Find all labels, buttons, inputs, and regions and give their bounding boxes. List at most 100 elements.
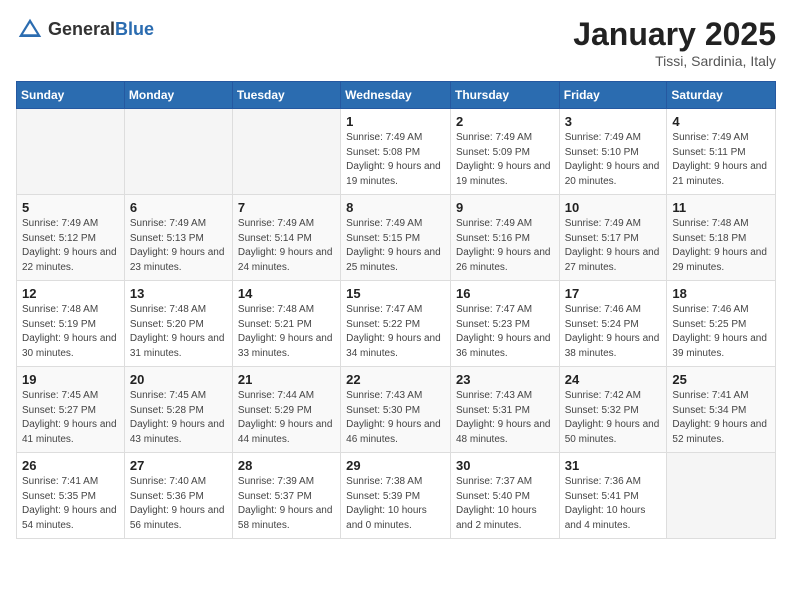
day-number: 11: [672, 200, 770, 215]
day-info: Sunrise: 7:49 AMSunset: 5:10 PMDaylight:…: [565, 131, 662, 189]
day-cell: 19Sunrise: 7:45 AMSunset: 5:27 PMDayligh…: [17, 367, 125, 453]
day-info: Sunrise: 7:36 AMSunset: 5:41 PMDaylight:…: [565, 475, 662, 533]
day-number: 14: [238, 286, 335, 301]
day-cell: 10 Sunrise: 7:49 AMSunset: 5:17 PMDayligh…: [559, 195, 667, 281]
weekday-header-saturday: Saturday: [667, 82, 776, 109]
day-cell: 31 Sunrise: 7:36 AMSunset: 5:41 PMDayligh…: [559, 453, 667, 539]
day-cell: 12 Sunrise: 7:48 AMSunset: 5:19 PMDayligh…: [17, 281, 125, 367]
day-cell: 16 Sunrise: 7:47 AMSunset: 5:23 PMDayligh…: [450, 281, 559, 367]
weekday-header-monday: Monday: [124, 82, 232, 109]
day-number: 5: [22, 200, 119, 215]
day-info: Sunrise: 7:40 AMSunset: 5:36 PMDaylight:…: [130, 475, 227, 533]
day-info: Sunrise: 7:41 AMSunset: 5:34 PMDaylight:…: [672, 389, 770, 447]
day-number: 10: [565, 200, 662, 215]
day-info: Sunrise: 7:47 AMSunset: 5:22 PMDaylight:…: [346, 303, 445, 361]
day-info: Sunrise: 7:49 AMSunset: 5:17 PMDaylight:…: [565, 217, 662, 275]
day-number: 9: [456, 200, 554, 215]
page-header: GeneralBlue January 2025 Tissi, Sardinia…: [16, 16, 776, 69]
month-title: January 2025: [573, 16, 776, 53]
day-info: Sunrise: 7:48 AMSunset: 5:21 PMDaylight:…: [238, 303, 335, 361]
day-info: Sunrise: 7:48 AMSunset: 5:18 PMDaylight:…: [672, 217, 770, 275]
day-cell: 25Sunrise: 7:41 AMSunset: 5:34 PMDayligh…: [667, 367, 776, 453]
day-number: 12: [22, 286, 119, 301]
day-info: Sunrise: 7:37 AMSunset: 5:40 PMDaylight:…: [456, 475, 554, 533]
day-number: 4: [672, 114, 770, 129]
day-number: 6: [130, 200, 227, 215]
day-info: Sunrise: 7:46 AMSunset: 5:24 PMDaylight:…: [565, 303, 662, 361]
weekday-header-friday: Friday: [559, 82, 667, 109]
title-block: January 2025 Tissi, Sardinia, Italy: [573, 16, 776, 69]
day-cell: 24Sunrise: 7:42 AMSunset: 5:32 PMDayligh…: [559, 367, 667, 453]
weekday-header-wednesday: Wednesday: [341, 82, 451, 109]
day-cell: [667, 453, 776, 539]
day-number: 24: [565, 372, 662, 387]
day-info: Sunrise: 7:45 AMSunset: 5:27 PMDaylight:…: [22, 389, 119, 447]
day-cell: 28Sunrise: 7:39 AMSunset: 5:37 PMDayligh…: [232, 453, 340, 539]
day-info: Sunrise: 7:48 AMSunset: 5:19 PMDaylight:…: [22, 303, 119, 361]
week-row-2: 5 Sunrise: 7:49 AMSunset: 5:12 PMDaylight…: [17, 195, 776, 281]
day-info: Sunrise: 7:49 AMSunset: 5:14 PMDaylight:…: [238, 217, 335, 275]
day-cell: 1 Sunrise: 7:49 AMSunset: 5:08 PMDaylight…: [341, 109, 451, 195]
day-number: 22: [346, 372, 445, 387]
day-info: Sunrise: 7:41 AMSunset: 5:35 PMDaylight:…: [22, 475, 119, 533]
day-cell: 20Sunrise: 7:45 AMSunset: 5:28 PMDayligh…: [124, 367, 232, 453]
day-cell: 23Sunrise: 7:43 AMSunset: 5:31 PMDayligh…: [450, 367, 559, 453]
weekday-header-sunday: Sunday: [17, 82, 125, 109]
day-cell: 22 Sunrise: 7:43 AMSunset: 5:30 PMDayligh…: [341, 367, 451, 453]
day-cell: 21 Sunrise: 7:44 AMSunset: 5:29 PMDayligh…: [232, 367, 340, 453]
week-row-1: 1 Sunrise: 7:49 AMSunset: 5:08 PMDaylight…: [17, 109, 776, 195]
day-info: Sunrise: 7:49 AMSunset: 5:13 PMDaylight:…: [130, 217, 227, 275]
day-cell: 13Sunrise: 7:48 AMSunset: 5:20 PMDayligh…: [124, 281, 232, 367]
day-cell: 30 Sunrise: 7:37 AMSunset: 5:40 PMDayligh…: [450, 453, 559, 539]
day-number: 16: [456, 286, 554, 301]
day-number: 13: [130, 286, 227, 301]
logo-icon: [16, 16, 44, 44]
logo-general-text: GeneralBlue: [48, 20, 154, 40]
day-cell: 11 Sunrise: 7:48 AMSunset: 5:18 PMDayligh…: [667, 195, 776, 281]
day-info: Sunrise: 7:47 AMSunset: 5:23 PMDaylight:…: [456, 303, 554, 361]
day-cell: 3 Sunrise: 7:49 AMSunset: 5:10 PMDaylight…: [559, 109, 667, 195]
day-cell: 7 Sunrise: 7:49 AMSunset: 5:14 PMDaylight…: [232, 195, 340, 281]
day-cell: 6 Sunrise: 7:49 AMSunset: 5:13 PMDaylight…: [124, 195, 232, 281]
day-info: Sunrise: 7:49 AMSunset: 5:08 PMDaylight:…: [346, 131, 445, 189]
day-number: 1: [346, 114, 445, 129]
logo: GeneralBlue: [16, 16, 154, 44]
day-info: Sunrise: 7:39 AMSunset: 5:37 PMDaylight:…: [238, 475, 335, 533]
day-cell: 8Sunrise: 7:49 AMSunset: 5:15 PMDaylight…: [341, 195, 451, 281]
week-row-3: 12 Sunrise: 7:48 AMSunset: 5:19 PMDayligh…: [17, 281, 776, 367]
day-cell: 18Sunrise: 7:46 AMSunset: 5:25 PMDayligh…: [667, 281, 776, 367]
day-cell: 17 Sunrise: 7:46 AMSunset: 5:24 PMDayligh…: [559, 281, 667, 367]
day-info: Sunrise: 7:49 AMSunset: 5:11 PMDaylight:…: [672, 131, 770, 189]
day-cell: 29Sunrise: 7:38 AMSunset: 5:39 PMDayligh…: [341, 453, 451, 539]
weekday-header-thursday: Thursday: [450, 82, 559, 109]
day-cell: 2 Sunrise: 7:49 AMSunset: 5:09 PMDaylight…: [450, 109, 559, 195]
day-number: 21: [238, 372, 335, 387]
day-cell: 14 Sunrise: 7:48 AMSunset: 5:21 PMDayligh…: [232, 281, 340, 367]
day-cell: 27 Sunrise: 7:40 AMSunset: 5:36 PMDayligh…: [124, 453, 232, 539]
day-cell: 15Sunrise: 7:47 AMSunset: 5:22 PMDayligh…: [341, 281, 451, 367]
day-cell: 9Sunrise: 7:49 AMSunset: 5:16 PMDaylight…: [450, 195, 559, 281]
day-info: Sunrise: 7:49 AMSunset: 5:09 PMDaylight:…: [456, 131, 554, 189]
day-info: Sunrise: 7:46 AMSunset: 5:25 PMDaylight:…: [672, 303, 770, 361]
day-info: Sunrise: 7:43 AMSunset: 5:30 PMDaylight:…: [346, 389, 445, 447]
day-info: Sunrise: 7:44 AMSunset: 5:29 PMDaylight:…: [238, 389, 335, 447]
day-number: 17: [565, 286, 662, 301]
day-number: 2: [456, 114, 554, 129]
day-cell: [17, 109, 125, 195]
day-number: 7: [238, 200, 335, 215]
day-number: 26: [22, 458, 119, 473]
calendar-table: SundayMondayTuesdayWednesdayThursdayFrid…: [16, 81, 776, 539]
day-number: 30: [456, 458, 554, 473]
day-cell: 26 Sunrise: 7:41 AMSunset: 5:35 PMDayligh…: [17, 453, 125, 539]
day-info: Sunrise: 7:49 AMSunset: 5:15 PMDaylight:…: [346, 217, 445, 275]
day-number: 31: [565, 458, 662, 473]
day-info: Sunrise: 7:43 AMSunset: 5:31 PMDaylight:…: [456, 389, 554, 447]
day-number: 27: [130, 458, 227, 473]
day-cell: 5 Sunrise: 7:49 AMSunset: 5:12 PMDaylight…: [17, 195, 125, 281]
day-number: 29: [346, 458, 445, 473]
day-cell: 4 Sunrise: 7:49 AMSunset: 5:11 PMDaylight…: [667, 109, 776, 195]
location-subtitle: Tissi, Sardinia, Italy: [573, 53, 776, 69]
day-info: Sunrise: 7:49 AMSunset: 5:12 PMDaylight:…: [22, 217, 119, 275]
day-number: 3: [565, 114, 662, 129]
week-row-5: 26 Sunrise: 7:41 AMSunset: 5:35 PMDayligh…: [17, 453, 776, 539]
